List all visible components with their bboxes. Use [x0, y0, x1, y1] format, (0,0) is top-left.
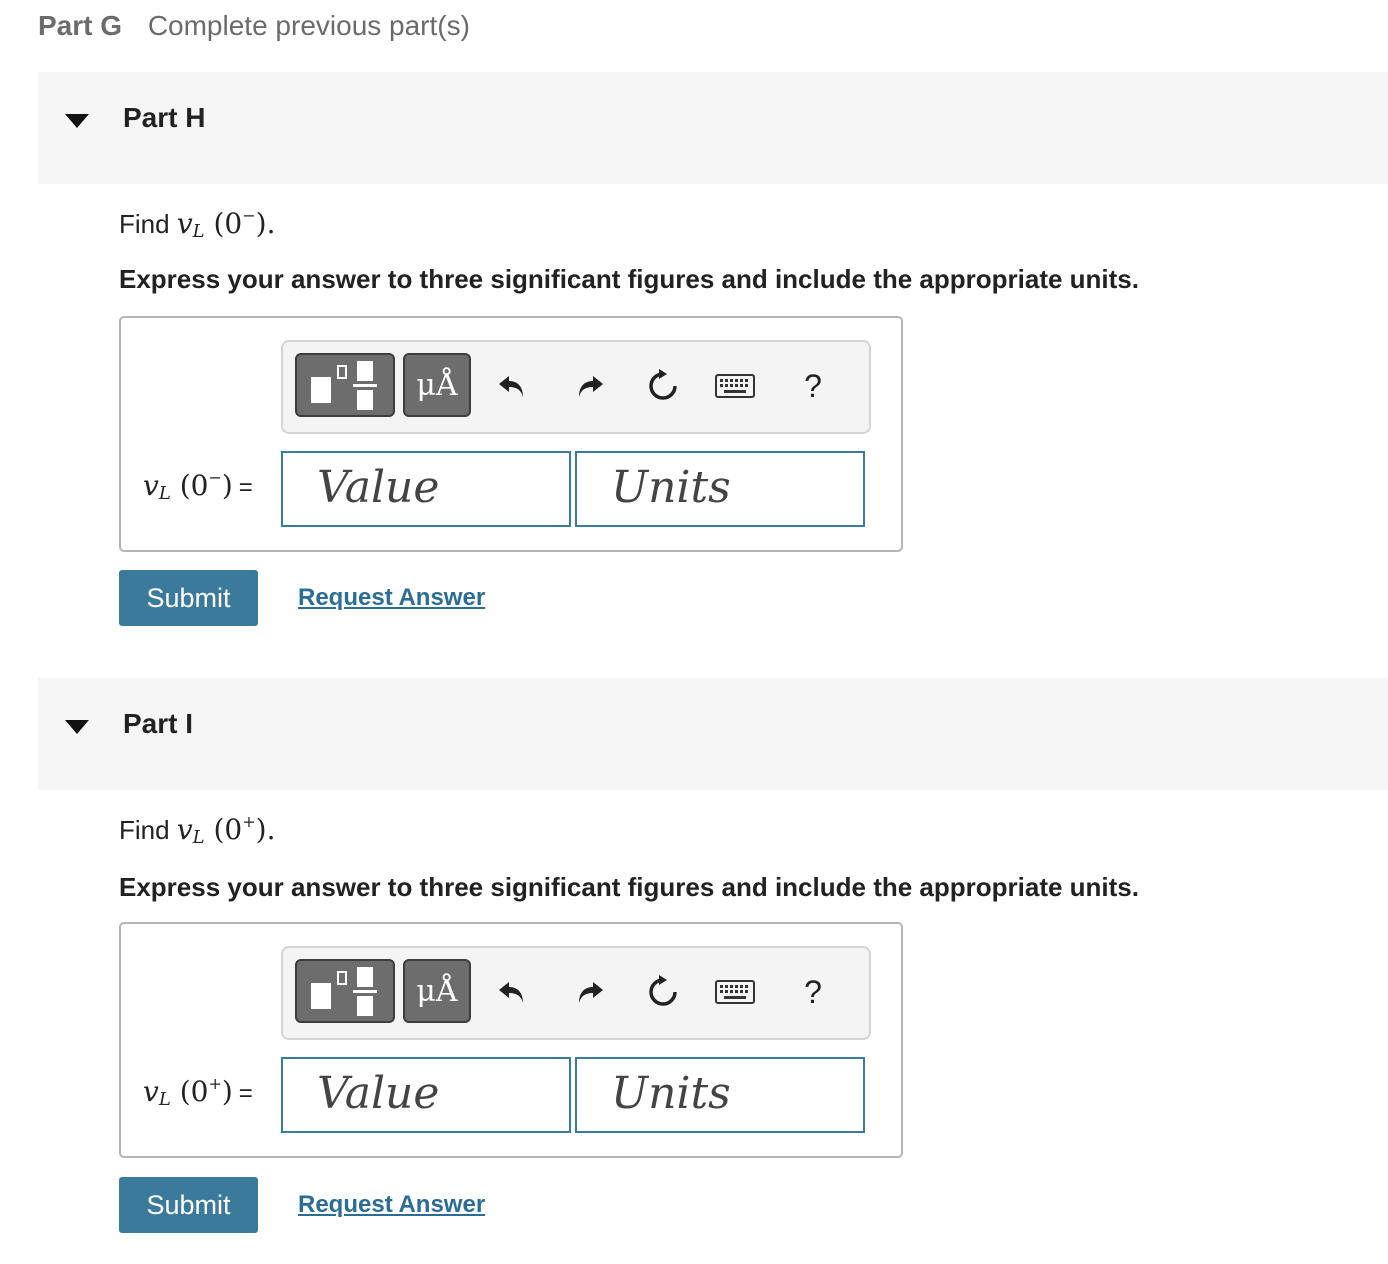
part-i-question: Find vL (0+).: [119, 812, 275, 848]
equation-label: vL (0+) =: [143, 1074, 253, 1110]
request-answer-link[interactable]: Request Answer: [298, 584, 485, 612]
part-i-header[interactable]: Part I: [38, 678, 1388, 790]
keyboard-icon[interactable]: [715, 366, 755, 406]
part-h-instruction: Express your answer to three significant…: [119, 264, 1139, 294]
redo-icon[interactable]: [569, 972, 609, 1012]
templates-button[interactable]: [295, 353, 395, 417]
request-answer-link[interactable]: Request Answer: [298, 1191, 485, 1219]
part-i-instruction: Express your answer to three significant…: [119, 872, 1139, 902]
question-math: vL (0+).: [176, 812, 276, 848]
part-h-question: Find vL (0−).: [119, 206, 275, 242]
keyboard-icon[interactable]: [715, 972, 755, 1012]
templates-icon: [311, 377, 331, 403]
part-g-status: Part G Complete previous part(s): [38, 10, 470, 42]
units-button[interactable]: μÅ: [403, 959, 471, 1023]
templates-button[interactable]: [295, 959, 395, 1023]
reset-icon[interactable]: [643, 366, 683, 406]
templates-icon: [311, 983, 331, 1009]
undo-icon[interactable]: [493, 972, 533, 1012]
caret-down-icon[interactable]: [65, 720, 89, 734]
part-h-header[interactable]: Part H: [38, 72, 1388, 184]
units-input[interactable]: Units: [575, 1057, 865, 1133]
submit-button[interactable]: Submit: [119, 1177, 258, 1233]
part-g-label: Part G: [38, 10, 123, 41]
units-input[interactable]: Units: [575, 451, 865, 527]
undo-icon[interactable]: [493, 366, 533, 406]
find-label: Find: [119, 815, 170, 845]
part-h-answer-box: μÅ ? vL (0−) = Value Units: [119, 316, 903, 552]
help-icon[interactable]: ?: [793, 366, 833, 406]
value-input[interactable]: Value: [281, 451, 571, 527]
question-math: vL (0−).: [176, 206, 276, 242]
help-icon[interactable]: ?: [793, 972, 833, 1012]
reset-icon[interactable]: [643, 972, 683, 1012]
part-h-title: Part H: [123, 102, 206, 133]
value-input[interactable]: Value: [281, 1057, 571, 1133]
units-button[interactable]: μÅ: [403, 353, 471, 417]
equation-label: vL (0−) =: [143, 468, 253, 504]
submit-button[interactable]: Submit: [119, 570, 258, 626]
part-i-title: Part I: [123, 708, 194, 739]
part-g-status-text: Complete previous part(s): [147, 10, 470, 41]
redo-icon[interactable]: [569, 366, 609, 406]
caret-down-icon[interactable]: [65, 114, 89, 128]
find-label: Find: [119, 209, 170, 239]
part-i-answer-box: μÅ ? vL (0+) = Value Units: [119, 922, 903, 1158]
math-toolbar: μÅ ?: [281, 946, 871, 1040]
math-toolbar: μÅ ?: [281, 340, 871, 434]
